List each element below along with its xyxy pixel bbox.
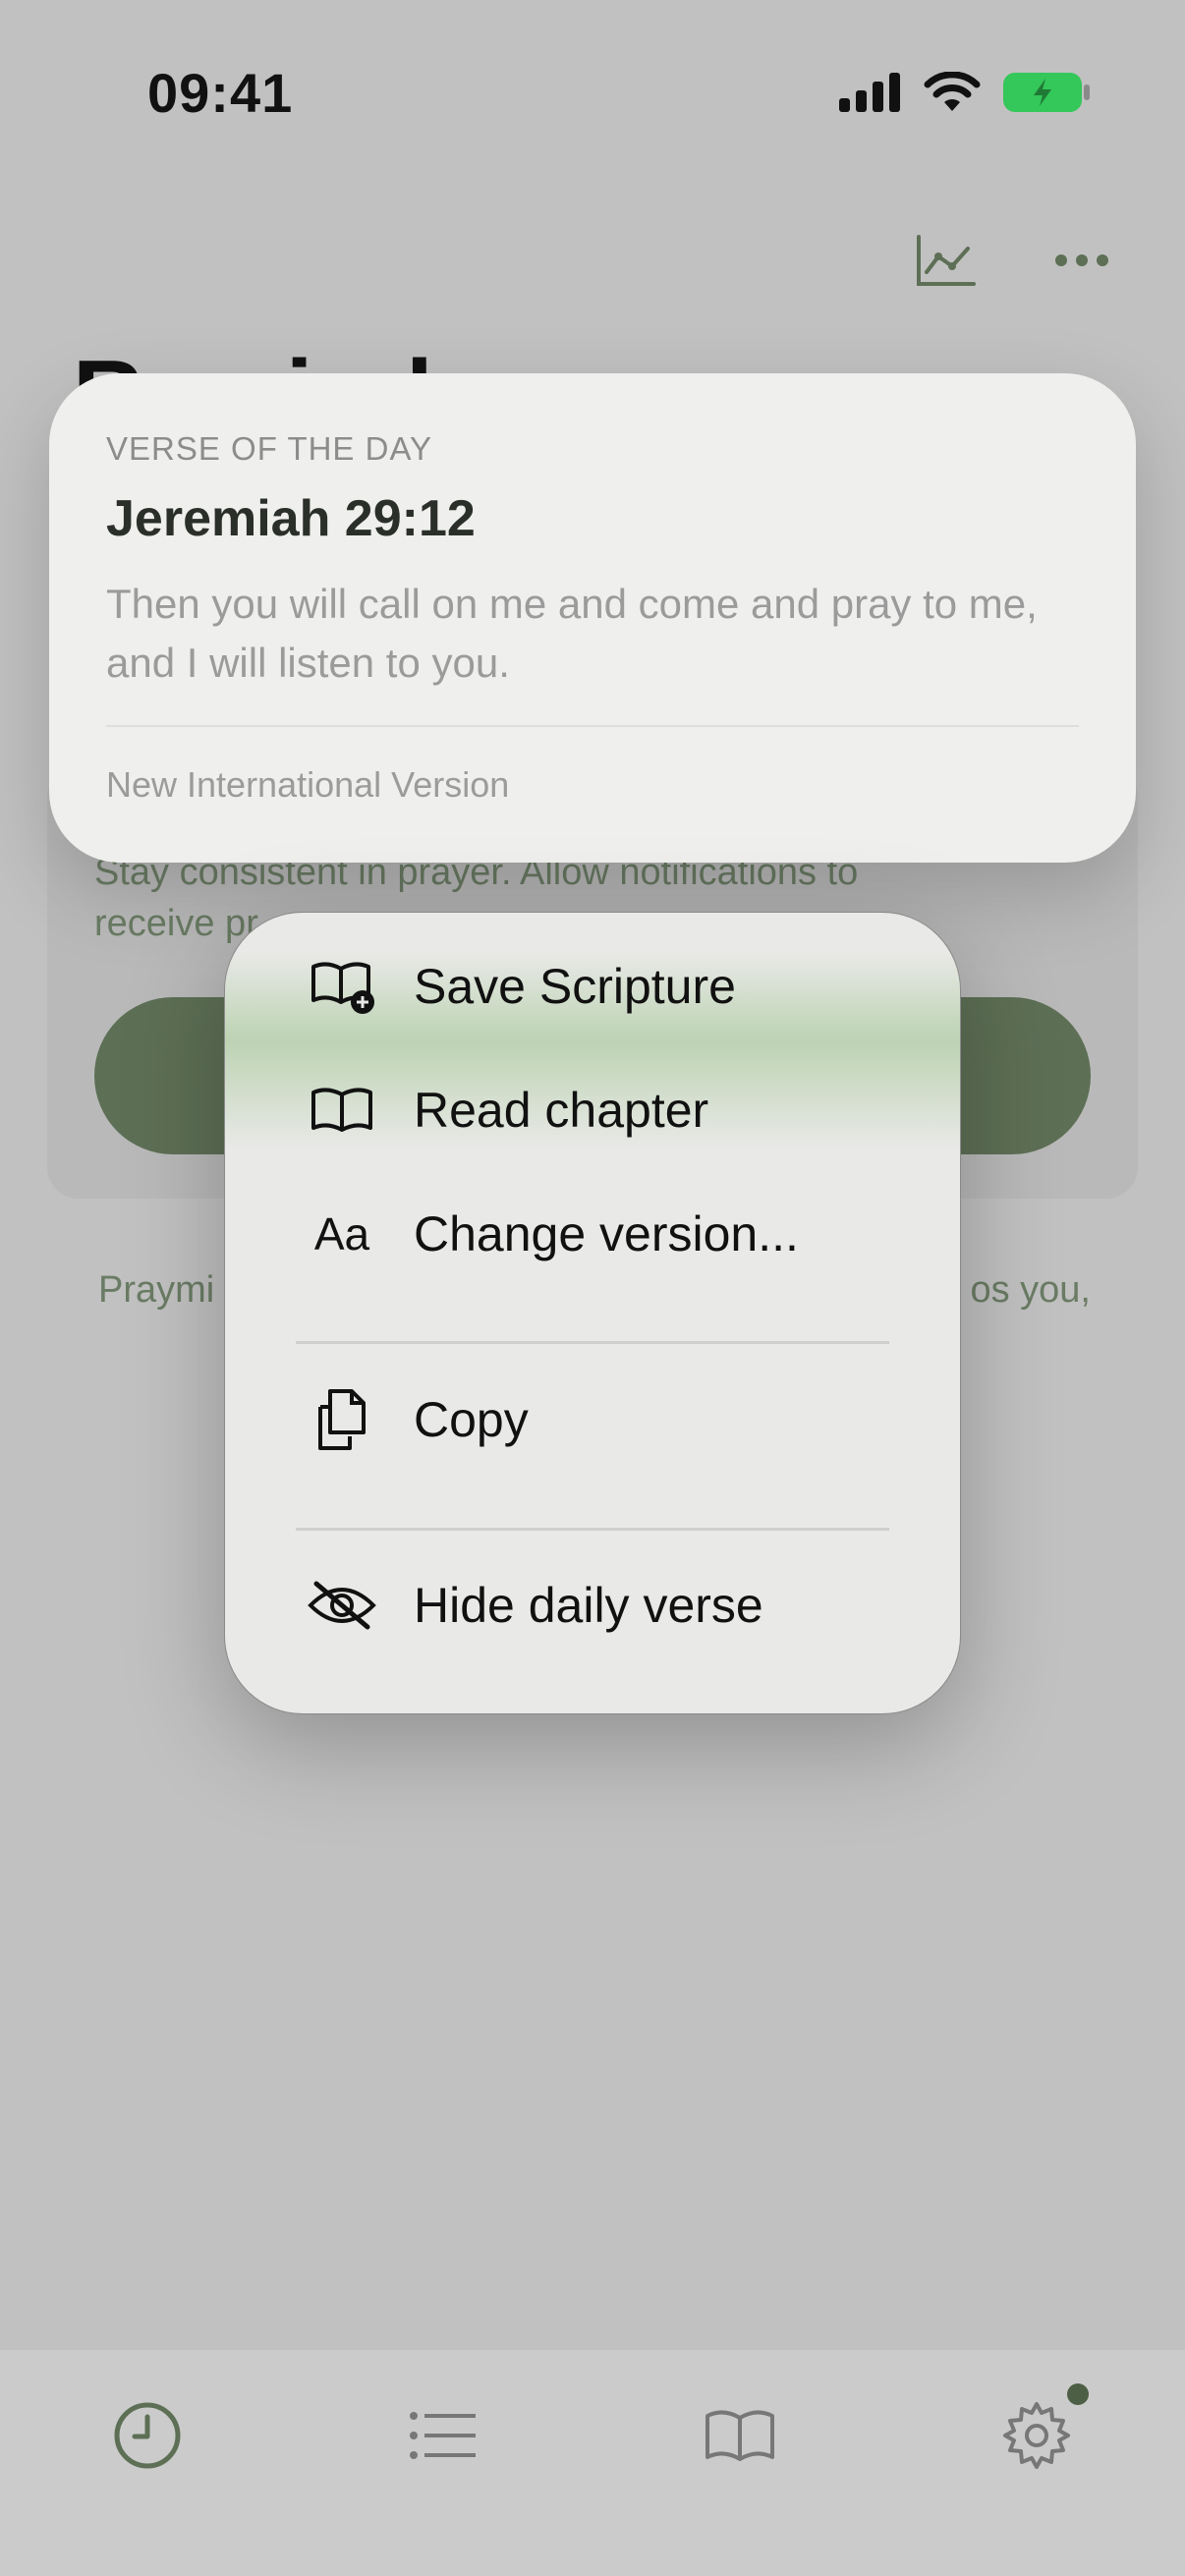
clock-icon bbox=[114, 2402, 181, 2469]
status-time: 09:41 bbox=[147, 62, 294, 124]
menu-item-hide-daily-verse[interactable]: Hide daily verse bbox=[225, 1551, 960, 1659]
ellipsis-icon bbox=[1055, 254, 1108, 266]
footnote-right: os you, bbox=[970, 1269, 1091, 1311]
menu-item-change-version[interactable]: Aa Change version... bbox=[225, 1180, 960, 1288]
gear-icon bbox=[1003, 2402, 1070, 2469]
book-plus-icon bbox=[306, 950, 378, 1023]
tab-clock[interactable] bbox=[103, 2391, 192, 2480]
status-icons bbox=[839, 71, 1091, 114]
menu-item-save-scripture[interactable]: Save Scripture bbox=[225, 932, 960, 1040]
verse-text: Then you will call on me and come and pr… bbox=[106, 581, 1038, 686]
menu-label: Copy bbox=[414, 1392, 529, 1447]
verse-kicker: VERSE OF THE DAY bbox=[106, 430, 433, 467]
verse-divider bbox=[106, 725, 1079, 727]
tab-list[interactable] bbox=[399, 2391, 487, 2480]
menu-label: Change version... bbox=[414, 1206, 799, 1261]
menu-label: Hide daily verse bbox=[414, 1578, 763, 1633]
verse-version: New International Version bbox=[106, 764, 510, 805]
list-icon bbox=[410, 2412, 476, 2459]
copy-icon bbox=[306, 1383, 378, 1456]
footnote-left: Praymi bbox=[98, 1269, 215, 1311]
eye-slash-icon bbox=[306, 1569, 378, 1642]
more-options-button[interactable] bbox=[1047, 226, 1116, 295]
menu-label: Read chapter bbox=[414, 1083, 709, 1138]
book-open-icon bbox=[306, 1074, 378, 1147]
wifi-icon bbox=[924, 72, 981, 111]
menu-item-read-chapter[interactable]: Read chapter bbox=[225, 1056, 960, 1164]
status-bar: 09:41 bbox=[0, 0, 1185, 187]
top-toolbar bbox=[912, 226, 1116, 295]
tab-settings[interactable] bbox=[992, 2383, 1089, 2480]
tab-bar bbox=[0, 2350, 1185, 2576]
verse-of-the-day-card[interactable]: VERSE OF THE DAY Jeremiah 29:12 Then you… bbox=[49, 373, 1136, 863]
settings-badge-dot bbox=[1067, 2383, 1089, 2405]
menu-separator bbox=[296, 1341, 889, 1344]
stats-button[interactable] bbox=[912, 226, 981, 295]
menu-separator bbox=[296, 1528, 889, 1531]
cellular-signal-icon bbox=[839, 73, 900, 112]
menu-item-copy[interactable]: Copy bbox=[225, 1366, 960, 1474]
line-chart-icon bbox=[917, 235, 976, 286]
menu-label: Save Scripture bbox=[414, 959, 736, 1014]
book-icon bbox=[705, 2410, 774, 2461]
text-size-icon: Aa bbox=[313, 1208, 370, 1260]
tab-bible[interactable] bbox=[696, 2391, 784, 2480]
verse-reference: Jeremiah 29:12 bbox=[106, 490, 476, 547]
battery-icon bbox=[1003, 73, 1090, 112]
context-menu: Save Scripture Read chapter Aa Change ve… bbox=[224, 912, 961, 1714]
